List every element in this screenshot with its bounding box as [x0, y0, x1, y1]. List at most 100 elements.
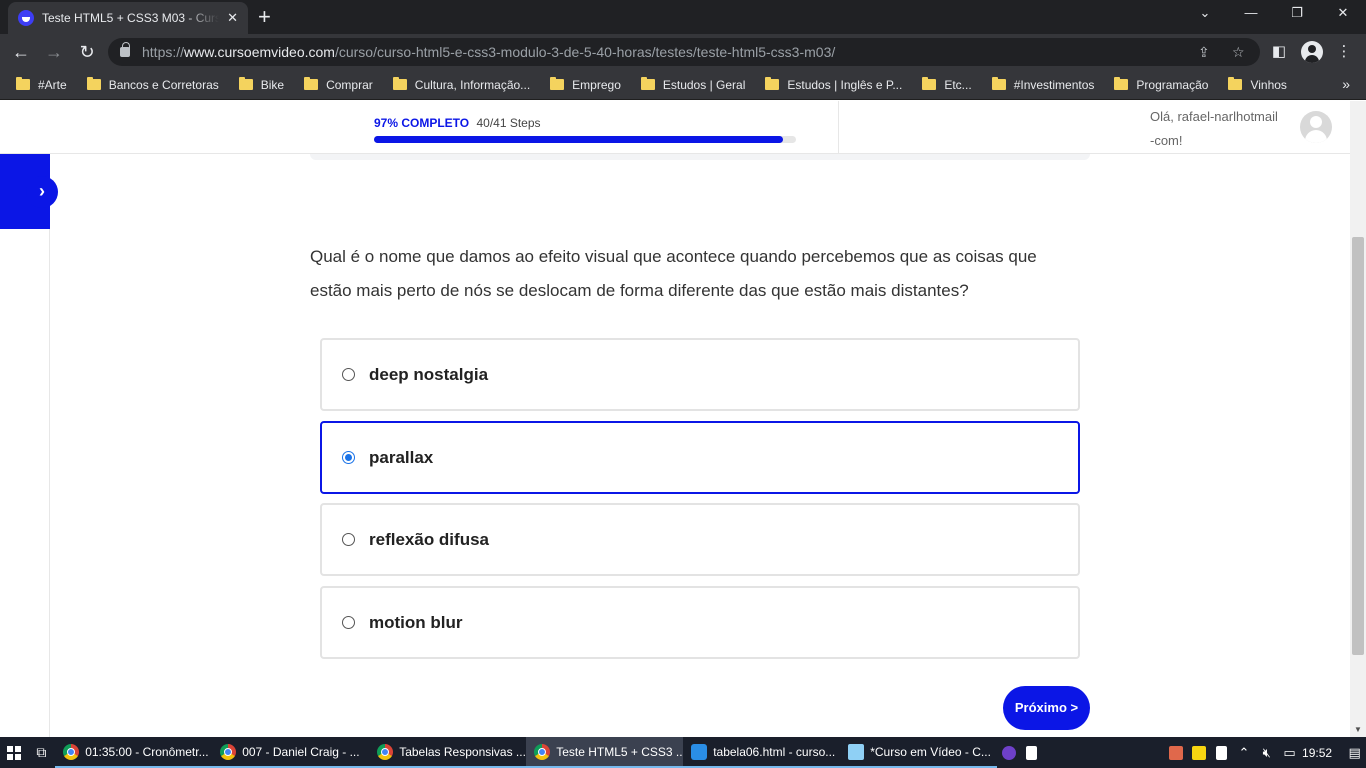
bookmark-item[interactable]: Bike — [238, 77, 285, 92]
windows-logo-icon — [6, 745, 21, 760]
bookmark-item[interactable]: Comprar — [304, 77, 373, 92]
progress-bar-fill — [374, 136, 784, 143]
close-window-icon[interactable]: ✕ — [1331, 5, 1355, 21]
scrollbar-thumb[interactable] — [1352, 237, 1364, 655]
bookmark-label: Emprego — [572, 77, 621, 92]
bookmark-star-icon[interactable]: ☆ — [1232, 44, 1245, 61]
bookmark-item[interactable]: Programação — [1114, 77, 1208, 92]
github-icon[interactable] — [997, 745, 1020, 761]
answer-option-3[interactable]: reflexão difusa — [320, 503, 1080, 576]
tab-strip: Teste HTML5 + CSS3 M03 - Curso em Vídeo … — [0, 0, 1366, 34]
taskbar-clock[interactable]: 19:52 — [1301, 746, 1333, 760]
radio-button[interactable] — [342, 533, 355, 546]
app-tray-icon[interactable] — [1164, 745, 1187, 761]
url-text[interactable]: https://www.cursoemvideo.com/curso/curso… — [142, 44, 835, 60]
bookmark-item[interactable]: Etc... — [922, 77, 972, 92]
radio-button[interactable] — [342, 616, 355, 629]
sidebar-toggle-button[interactable]: › — [0, 154, 58, 229]
progress-bar — [374, 136, 796, 143]
taskbar-item[interactable]: tabela06.html - curso... — [683, 737, 841, 768]
folder-icon — [304, 77, 319, 90]
page-content: 97% COMPLETO 40/41 Steps Olá, rafael-nar… — [0, 101, 1366, 737]
bookmarks-bar: #Arte Bancos e Corretoras Bike Comprar Cultu… — [0, 70, 1366, 100]
taskbar-item[interactable]: 007 - Daniel Craig - ... — [212, 737, 370, 768]
side-panel-icon[interactable]: ◧ — [1269, 42, 1289, 60]
bookmark-item[interactable]: Emprego — [550, 77, 621, 92]
folder-icon — [640, 77, 655, 90]
chrome-icon — [534, 743, 551, 760]
tab-search-icon[interactable]: ⌄ — [1193, 5, 1217, 21]
radio-button[interactable] — [342, 451, 355, 464]
new-tab-button[interactable]: + — [258, 4, 271, 30]
minimize-icon[interactable]: — — [1239, 5, 1263, 20]
url-scheme: https:// — [142, 44, 185, 60]
bookmark-label: Estudos | Geral — [662, 77, 746, 92]
taskbar-item[interactable]: Teste HTML5 + CSS3 ... — [526, 737, 684, 768]
tab-title: Teste HTML5 + CSS3 M03 - Curso em Vídeo — [42, 11, 220, 25]
course-progress-header: 97% COMPLETO 40/41 Steps Olá, rafael-nar… — [0, 101, 1350, 154]
folder-icon — [1114, 77, 1129, 90]
scroll-down-icon[interactable]: ▼ — [1354, 725, 1362, 734]
answer-option-4[interactable]: motion blur — [320, 586, 1080, 659]
radio-button[interactable] — [342, 368, 355, 381]
taskbar-item-label: 01:35:00 - Cronômetr... — [85, 744, 209, 759]
page-scrollbar[interactable]: ▼ — [1350, 101, 1366, 737]
sidebar-border — [49, 229, 50, 737]
menu-kebab-icon[interactable]: ⋮ — [1334, 42, 1354, 60]
share-icon[interactable]: ⇪ — [1198, 44, 1210, 61]
folder-icon — [238, 77, 253, 90]
back-icon[interactable]: ← — [9, 40, 33, 64]
notepad-icon — [848, 743, 865, 760]
bookmarks-overflow-icon[interactable]: » — [1342, 76, 1350, 92]
chrome-icon — [220, 743, 237, 760]
profile-avatar-icon[interactable] — [1301, 41, 1323, 63]
answer-option-1[interactable]: deep nostalgia — [320, 338, 1080, 411]
chevron-right-icon[interactable]: › — [26, 176, 58, 208]
answer-option-2[interactable]: parallax — [320, 421, 1080, 494]
browser-tab-active[interactable]: Teste HTML5 + CSS3 M03 - Curso em Vídeo … — [8, 2, 248, 34]
folder-icon — [922, 77, 937, 90]
bookmark-item[interactable]: Estudos | Inglês e P... — [765, 77, 902, 92]
folder-icon — [991, 77, 1006, 90]
answer-label: reflexão difusa — [369, 529, 489, 549]
battery-icon[interactable]: ▭ — [1278, 745, 1301, 761]
lock-icon[interactable] — [120, 42, 130, 57]
notifications-icon[interactable]: ▤ — [1343, 745, 1366, 761]
tab-close-icon[interactable]: ✕ — [227, 10, 238, 26]
bookmark-item[interactable]: #Arte — [16, 77, 67, 92]
bookmark-item[interactable]: Cultura, Informação... — [392, 77, 530, 92]
sticky-notes-icon[interactable] — [1187, 745, 1210, 761]
bookmark-item[interactable]: Estudos | Geral — [640, 77, 746, 92]
taskbar-item[interactable]: *Curso em Vídeo - C... — [840, 737, 998, 768]
folder-icon — [16, 77, 30, 90]
reload-icon[interactable]: ↻ — [75, 40, 99, 64]
user-greeting[interactable]: Olá, rafael-narlhotmail-com! — [1150, 105, 1280, 153]
bookmark-item[interactable]: #Investimentos — [991, 77, 1095, 92]
taskbar-item[interactable]: 01:35:00 - Cronômetr... — [55, 737, 213, 768]
bookmark-label: #Investimentos — [1013, 77, 1095, 92]
bookmark-item[interactable]: Bancos e Corretoras — [86, 77, 219, 92]
folder-icon — [550, 77, 565, 90]
start-button[interactable] — [0, 737, 28, 768]
taskbar-item[interactable]: Tabelas Responsivas ... — [369, 737, 527, 768]
cursoemvideo-favicon-icon — [18, 10, 34, 26]
url-path: /curso/curso-html5-e-css3-modulo-3-de-5-… — [334, 44, 836, 60]
address-bar[interactable]: https://www.cursoemvideo.com/curso/curso… — [108, 38, 1260, 66]
tray-expand-icon[interactable]: ⌃ — [1233, 745, 1256, 761]
browser-toolbar: ← → ↻ https://www.cursoemvideo.com/curso… — [0, 34, 1366, 70]
document-icon[interactable] — [1210, 745, 1233, 761]
user-avatar-icon[interactable] — [1300, 111, 1332, 143]
next-button[interactable]: Próximo > — [1003, 686, 1090, 730]
content-card-bottom — [310, 154, 1090, 160]
forward-icon[interactable]: → — [42, 40, 66, 64]
file-icon[interactable] — [1020, 745, 1043, 761]
bookmark-label: Comprar — [326, 77, 373, 92]
bookmark-label: Bike — [260, 77, 285, 92]
task-view-icon[interactable]: ⧉ — [28, 744, 56, 761]
progress-label: 97% COMPLETO 40/41 Steps — [374, 116, 541, 130]
taskbar-apps: 01:35:00 - Cronômetr... 007 - Daniel Crai… — [55, 737, 998, 768]
bookmark-item[interactable]: Vinhos — [1228, 77, 1287, 92]
volume-muted-icon[interactable]: 🔇︎ — [1255, 745, 1278, 761]
restore-icon[interactable]: ❐ — [1285, 5, 1309, 21]
header-divider — [838, 101, 839, 154]
